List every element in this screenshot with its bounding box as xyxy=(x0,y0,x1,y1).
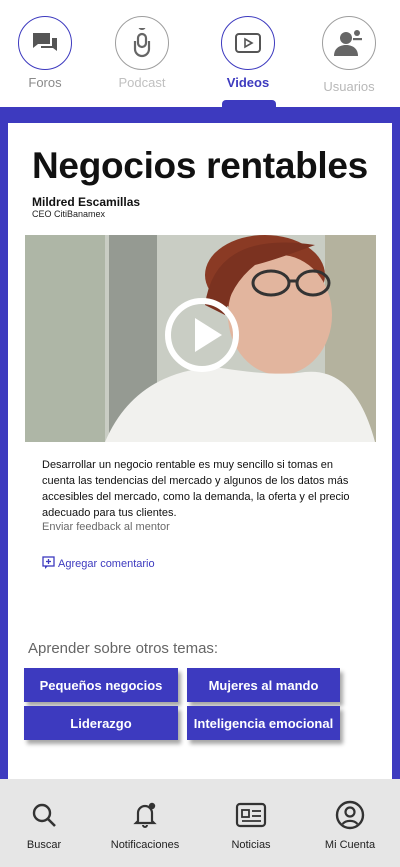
nav-noticias[interactable]: Noticias xyxy=(201,799,301,851)
tab-label: Videos xyxy=(226,75,270,90)
news-icon xyxy=(201,799,301,831)
nav-buscar[interactable]: Buscar xyxy=(0,799,94,851)
topic-button-mujeres-al-mando[interactable]: Mujeres al mando xyxy=(187,668,340,702)
nav-label: Noticias xyxy=(231,839,271,851)
forum-icon xyxy=(18,16,72,70)
tab-label: Usuarios xyxy=(323,79,375,94)
article-description: Desarrollar un negocio rentable es muy s… xyxy=(42,459,350,519)
tab-label: Podcast xyxy=(118,75,166,90)
app-root: Foros Podcast Videos Usuarios Negocios r… xyxy=(0,0,400,867)
nav-label: Notificaciones xyxy=(110,839,180,851)
users-icon xyxy=(322,16,376,70)
tab-foros[interactable]: Foros xyxy=(5,16,85,90)
topic-button-inteligencia-emocional[interactable]: Inteligencia emocional xyxy=(187,706,340,740)
page-title: Negocios rentables xyxy=(32,145,368,186)
top-tab-bar: Foros Podcast Videos Usuarios xyxy=(0,0,400,110)
topic-button-liderazgo[interactable]: Liderazgo xyxy=(24,706,178,740)
add-comment-label: Agregar comentario xyxy=(58,558,155,570)
video-icon xyxy=(221,16,275,70)
tab-usuarios[interactable]: Usuarios xyxy=(309,16,389,94)
add-comment-icon xyxy=(42,556,55,572)
nav-label: Mi Cuenta xyxy=(324,839,376,851)
nav-label: Buscar xyxy=(26,839,62,851)
add-comment-link[interactable]: Agregar comentario xyxy=(42,556,155,572)
account-icon xyxy=(300,799,400,831)
author-name: Mildred Escamillas xyxy=(32,195,141,209)
author-role: CEO CitiBanamex xyxy=(32,209,106,219)
bottom-nav-bar: Buscar Notificaciones Noticias Mi Cuenta xyxy=(0,779,400,867)
microphone-icon xyxy=(115,16,169,70)
send-feedback-link[interactable]: Enviar feedback al mentor xyxy=(42,521,170,533)
tab-podcast[interactable]: Podcast xyxy=(102,16,182,90)
search-icon xyxy=(0,799,94,831)
play-icon xyxy=(195,318,222,352)
nav-notificaciones[interactable]: Notificaciones xyxy=(95,799,195,851)
topic-button-pequenos-negocios[interactable]: Pequeños negocios xyxy=(24,668,178,702)
nav-mi-cuenta[interactable]: Mi Cuenta xyxy=(300,799,400,851)
bell-icon xyxy=(95,799,195,831)
tab-label: Foros xyxy=(28,75,62,90)
play-button[interactable] xyxy=(165,298,239,372)
tab-videos[interactable]: Videos xyxy=(208,16,288,90)
video-player[interactable] xyxy=(25,235,376,442)
topics-heading: Aprender sobre otros temas: xyxy=(28,640,219,657)
